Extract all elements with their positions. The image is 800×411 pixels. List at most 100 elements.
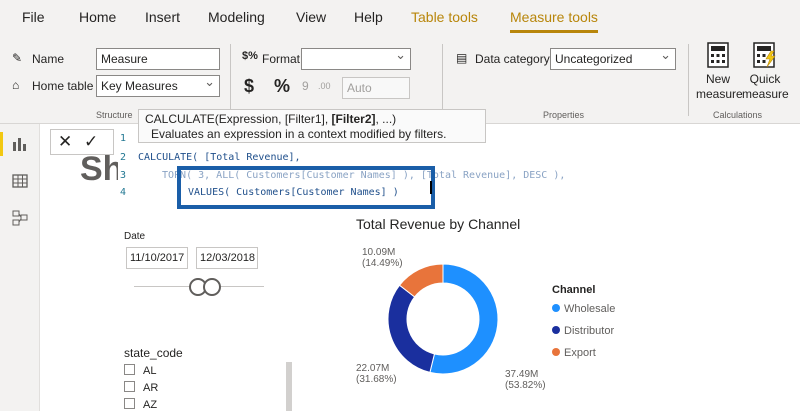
menu-help[interactable]: Help bbox=[354, 9, 383, 25]
ribbon-divider bbox=[688, 44, 689, 116]
structure-group-label: Structure bbox=[96, 110, 133, 120]
menu-modeling[interactable]: Modeling bbox=[208, 9, 265, 25]
signature-text-end: , ...) bbox=[375, 112, 397, 126]
state-slicer-title: state_code bbox=[124, 346, 183, 360]
date-start-input[interactable]: 11/10/2017 bbox=[126, 247, 188, 269]
distributor-percent-label: (31.68%) bbox=[356, 374, 397, 385]
date-end-input[interactable]: 12/03/2018 bbox=[196, 247, 258, 269]
signature-text: CALCULATE(Expression, [Filter1], bbox=[145, 112, 332, 126]
function-description: Evaluates an expression in a context mod… bbox=[151, 127, 447, 141]
checkbox[interactable] bbox=[124, 398, 135, 409]
state-option-label: AZ bbox=[143, 399, 158, 411]
percent-button[interactable]: % bbox=[274, 76, 290, 97]
menu-view[interactable]: View bbox=[296, 9, 326, 25]
distributor-value-label: 22.07M bbox=[356, 363, 390, 374]
data-category-label: Data category bbox=[475, 52, 550, 66]
legend-label: Wholesale bbox=[564, 303, 616, 315]
data-category-value: Uncategorized bbox=[555, 52, 633, 66]
new-measure-button[interactable]: New measure bbox=[696, 40, 743, 104]
chart-title: Total Revenue by Channel bbox=[356, 216, 521, 232]
comma-style-button[interactable]: 9 bbox=[302, 79, 309, 93]
legend-marker bbox=[552, 348, 560, 356]
donut-chart[interactable] bbox=[386, 262, 500, 376]
menu-home[interactable]: Home bbox=[79, 9, 116, 25]
model-view-icon[interactable] bbox=[12, 210, 28, 226]
page-title: Sh bbox=[80, 150, 124, 188]
distributor-data-label: 22.07M (31.68%) bbox=[356, 363, 397, 385]
legend-label: Distributor bbox=[564, 325, 615, 337]
calculator-icon bbox=[707, 42, 729, 68]
data-category-icon: ▤ bbox=[456, 51, 468, 65]
export-value-label: 10.09M bbox=[362, 247, 396, 258]
wholesale-percent-label: (53.82%) bbox=[505, 380, 546, 391]
home-table-value: Key Measures bbox=[101, 79, 178, 93]
home-table-select[interactable]: Key Measures bbox=[96, 75, 220, 97]
quick-measure-button[interactable]: Quick measure bbox=[742, 40, 789, 104]
state-option-label: AL bbox=[143, 365, 157, 377]
legend-label: Export bbox=[564, 347, 596, 359]
quick-measure-label-2: measure bbox=[742, 87, 789, 101]
report-view-icon[interactable] bbox=[12, 136, 28, 152]
legend-marker bbox=[552, 304, 560, 312]
legend-item-wholesale[interactable]: Wholesale bbox=[552, 303, 615, 315]
state-slicer-scrollbar[interactable] bbox=[286, 362, 292, 411]
data-category-select[interactable]: Uncategorized bbox=[550, 48, 676, 70]
signature-current-param: [Filter2] bbox=[331, 112, 376, 126]
export-percent-label: (14.49%) bbox=[362, 258, 403, 269]
menu-bar: File Home Insert Modeling View Help Tabl… bbox=[0, 0, 800, 36]
tab-table-tools[interactable]: Table tools bbox=[411, 9, 478, 25]
new-measure-label-2: measure bbox=[696, 87, 743, 101]
date-slider-end-handle[interactable] bbox=[203, 278, 221, 296]
line-number: 4 bbox=[120, 187, 127, 198]
home-table-label: Home table bbox=[32, 79, 94, 93]
data-view-icon[interactable] bbox=[12, 173, 28, 189]
quick-calculator-icon bbox=[753, 42, 776, 68]
legend-title: Channel bbox=[552, 284, 596, 296]
calculations-group-label: Calculations bbox=[713, 110, 763, 120]
function-signature-tooltip: CALCULATE(Expression, [Filter1], [Filter… bbox=[138, 109, 486, 143]
line-number: 3 bbox=[120, 170, 127, 181]
decimal-places-icon: .00 bbox=[318, 81, 331, 91]
wholesale-value-label: 37.49M bbox=[505, 369, 539, 380]
name-input[interactable]: Measure bbox=[96, 48, 220, 70]
format-label: Format bbox=[262, 52, 301, 66]
state-option[interactable]: AL bbox=[124, 364, 156, 377]
cancel-formula-button[interactable]: ✕ bbox=[58, 132, 72, 152]
menu-file[interactable]: File bbox=[22, 9, 45, 25]
checkbox[interactable] bbox=[124, 381, 135, 392]
code-line-2: CALCULATE( [Total Revenue], bbox=[138, 152, 301, 163]
wholesale-data-label: 37.49M (53.82%) bbox=[505, 369, 546, 391]
legend-item-export[interactable]: Export bbox=[552, 347, 596, 359]
commit-formula-button[interactable]: ✓ bbox=[84, 132, 98, 152]
currency-button[interactable]: $ bbox=[244, 76, 254, 97]
export-data-label: 10.09M (14.49%) bbox=[362, 247, 403, 269]
format-select[interactable] bbox=[301, 48, 411, 70]
new-measure-label-1: New bbox=[705, 72, 730, 86]
quick-measure-label-1: Quick bbox=[749, 72, 781, 86]
ribbon-divider bbox=[230, 44, 231, 116]
text-cursor bbox=[430, 181, 432, 194]
checkbox[interactable] bbox=[124, 364, 135, 375]
active-view-indicator bbox=[0, 132, 3, 156]
home-table-icon: ⌂ bbox=[12, 78, 20, 92]
properties-group-label: Properties bbox=[543, 110, 585, 120]
name-label: Name bbox=[32, 52, 65, 66]
format-icon: $% bbox=[242, 50, 258, 62]
decimal-places-input[interactable]: Auto bbox=[342, 77, 410, 99]
menu-insert[interactable]: Insert bbox=[145, 9, 180, 25]
legend-marker bbox=[552, 326, 560, 334]
tab-measure-tools[interactable]: Measure tools bbox=[510, 9, 598, 33]
state-option[interactable]: AZ bbox=[124, 398, 157, 411]
distributor-slice[interactable] bbox=[387, 284, 436, 374]
function-signature: CALCULATE(Expression, [Filter1], [Filter… bbox=[145, 112, 479, 127]
ribbon-divider bbox=[442, 44, 443, 116]
line-number: 2 bbox=[120, 152, 127, 163]
legend-item-distributor[interactable]: Distributor bbox=[552, 325, 614, 337]
name-tag-icon: ✎ bbox=[12, 51, 23, 65]
date-slicer-title: Date bbox=[124, 231, 146, 242]
line-number: 1 bbox=[120, 133, 127, 144]
highlight-annotation bbox=[177, 166, 435, 209]
view-rail bbox=[0, 124, 40, 411]
state-option-label: AR bbox=[143, 382, 159, 394]
state-option[interactable]: AR bbox=[124, 381, 158, 394]
